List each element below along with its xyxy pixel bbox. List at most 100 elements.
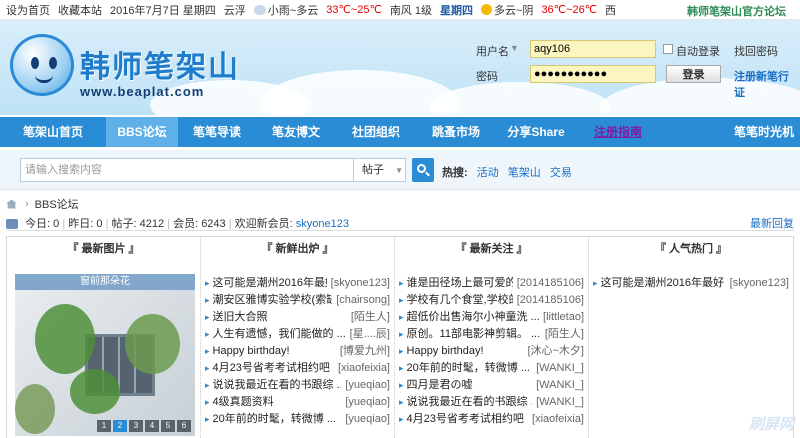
nav-item-guide[interactable]: 笔笔导读 — [178, 117, 256, 147]
nav-item-time-machine[interactable]: 笔笔时光机 — [660, 117, 800, 147]
post-title-link[interactable]: 说说我最近在看的书跟综 ... — [205, 377, 342, 394]
post-title-link[interactable]: 潮安区雅博实验学校(索缺 ... — [205, 292, 333, 309]
search-button[interactable] — [412, 158, 434, 182]
hot-search-item[interactable]: 交易 — [550, 167, 572, 179]
post-author[interactable]: [skyone123] — [327, 275, 390, 292]
post-author[interactable]: [星....辰] — [346, 326, 390, 343]
search-bar: 请输入搜索内容 帖子 ▼ 热搜: 活动 笔架山 交易 — [0, 150, 800, 190]
list-item[interactable]: 这可能是潮州2016年最好 ...[skyone123] — [593, 275, 789, 292]
hot-search-item[interactable]: 活动 — [477, 167, 499, 179]
list-item[interactable]: 20年前的时髦，转微博 ...[WANKI_] — [399, 360, 584, 377]
post-title-link[interactable]: 20年前的时髦，转微博 ... — [399, 360, 530, 377]
photo-page-button[interactable]: 5 — [161, 420, 175, 432]
list-item[interactable]: 4级真题资料 [yueqiao] — [205, 394, 390, 411]
wind-text: 南风 1级 — [389, 4, 432, 17]
hot-search: 热搜: 活动 笔架山 交易 — [442, 164, 578, 180]
post-title-link[interactable]: 送旧大合照 — [205, 309, 268, 326]
logo-title[interactable]: 韩师笔架山 — [80, 42, 240, 86]
photo-page-button[interactable]: 6 — [177, 420, 191, 432]
register-link[interactable]: 注册新笔行证 — [734, 68, 796, 100]
post-author[interactable]: [2014185106] — [513, 275, 584, 292]
latest-replies-link[interactable]: 最新回复 — [750, 215, 794, 231]
username-input[interactable] — [530, 40, 656, 58]
post-title-link[interactable]: 四月是君の嘘 — [399, 377, 473, 394]
list-item[interactable]: Happy birthday! [博爱九州] — [205, 343, 390, 360]
post-author[interactable]: [陌生人] — [347, 309, 390, 326]
logo-mascot-icon[interactable] — [10, 34, 74, 96]
find-password-link[interactable]: 找回密码 — [734, 43, 778, 59]
photo-page-button[interactable]: 2 — [113, 420, 127, 432]
post-author[interactable]: [chairsong] — [332, 292, 390, 309]
photo-page-button[interactable]: 1 — [97, 420, 111, 432]
post-author[interactable]: [WANKI_] — [532, 394, 584, 411]
post-author[interactable]: [博爱九州] — [336, 343, 390, 360]
post-title-link[interactable]: 4月23号省考考试相约吧 ... — [399, 411, 528, 428]
post-title-link[interactable]: 这可能是潮州2016年最好 ... — [205, 275, 327, 292]
list-item[interactable]: 人生有遗憾，我们能做的 ...[星....辰] — [205, 326, 390, 343]
list-item[interactable]: 四月是君の嘘 [WANKI_] — [399, 377, 584, 394]
post-title-link[interactable]: 原创。11部电影神剪辑。 ... — [399, 326, 541, 343]
nav-item-bbs[interactable]: BBS论坛 — [106, 117, 178, 147]
post-title-link[interactable]: 谁是田径场上最可爱的人 — [399, 275, 513, 292]
nav-item-share[interactable]: 分享Share — [496, 117, 576, 147]
stats-icon — [6, 219, 18, 230]
post-title-link[interactable]: Happy birthday! — [399, 343, 484, 360]
bookmark-link[interactable]: 收藏本站 — [58, 2, 102, 18]
set-home-link[interactable]: 设为首页 — [6, 2, 50, 18]
post-author[interactable]: [yueqiao] — [341, 377, 390, 394]
hot-search-item[interactable]: 笔架山 — [508, 167, 541, 179]
post-title-link[interactable]: 人生有遗憾，我们能做的 ... — [205, 326, 346, 343]
list-item[interactable]: 谁是田径场上最可爱的人[2014185106] — [399, 275, 584, 292]
list-item[interactable]: 20年前的时髦，转微博 ... [yueqiao] — [205, 411, 390, 428]
list-item[interactable]: 潮安区雅博实验学校(索缺 ...[chairsong] — [205, 292, 390, 309]
post-author[interactable]: [WANKI_] — [532, 377, 584, 394]
new-member-link[interactable]: skyone123 — [296, 218, 349, 230]
post-author[interactable]: [WANKI_] — [532, 360, 584, 377]
post-author[interactable]: [skyone123] — [726, 275, 789, 292]
nav-item-register-guide[interactable]: 注册指南 — [576, 117, 660, 147]
auto-login-checkbox[interactable] — [663, 44, 673, 54]
post-title-link[interactable]: Happy birthday! — [205, 343, 290, 360]
post-title-link[interactable]: 20年前的时髦，转微博 ... — [205, 411, 336, 428]
list-item[interactable]: 4月23号省考考试相约吧 ...[xiaofeixia] — [205, 360, 390, 377]
nav-item-blog[interactable]: 笔友博文 — [256, 117, 336, 147]
nav-item-market[interactable]: 跳蚤市场 — [416, 117, 496, 147]
chevron-down-icon[interactable]: ▼ — [510, 43, 519, 53]
post-author[interactable]: [yueqiao] — [341, 394, 390, 411]
post-author[interactable]: [陌生人] — [541, 326, 584, 343]
search-type-select[interactable]: 帖子 ▼ — [354, 158, 406, 182]
list-item[interactable]: 这可能是潮州2016年最好 ...[skyone123] — [205, 275, 390, 292]
nav-item-clubs[interactable]: 社团组织 — [336, 117, 416, 147]
post-title-link[interactable]: 学校有几个食堂,学校的食 — [399, 292, 513, 309]
post-title-link[interactable]: 说说我最近在看的书跟综 ... — [399, 394, 533, 411]
post-title-link[interactable]: 4级真题资料 — [205, 394, 274, 411]
post-title-link[interactable]: 这可能是潮州2016年最好 ... — [593, 275, 726, 292]
list-item[interactable]: 4月23号省考考试相约吧 ...[xiaofeixia] — [399, 411, 584, 428]
popular-list: 这可能是潮州2016年最好 ...[skyone123] — [589, 261, 793, 292]
nav-item-home[interactable]: 笔架山首页 — [0, 117, 106, 147]
featured-photo[interactable]: 窗前那朵花 1 2 3 4 5 6 — [15, 274, 195, 436]
list-item[interactable]: 原创。11部电影神剪辑。 ...[陌生人] — [399, 326, 584, 343]
official-forum-link[interactable]: 韩师笔架山官方论坛 — [687, 3, 786, 19]
photo-page-button[interactable]: 3 — [129, 420, 143, 432]
list-item[interactable]: 说说我最近在看的书跟综 ...[yueqiao] — [205, 377, 390, 394]
list-item[interactable]: 送旧大合照 [陌生人] — [205, 309, 390, 326]
photo-page-button[interactable]: 4 — [145, 420, 159, 432]
list-item[interactable]: 超低价出售海尔小神童洗 ...[littletao] — [399, 309, 584, 326]
list-item[interactable]: 学校有几个食堂,学校的食[2014185106] — [399, 292, 584, 309]
post-author[interactable]: [xiaofeixia] — [334, 360, 390, 377]
home-icon[interactable] — [6, 199, 17, 209]
password-input[interactable] — [530, 65, 656, 83]
login-button[interactable]: 登录 — [666, 65, 721, 83]
post-title-link[interactable]: 超低价出售海尔小神童洗 ... — [399, 309, 540, 326]
list-item[interactable]: Happy birthday! [沐心~木夕] — [399, 343, 584, 360]
breadcrumb-current[interactable]: BBS论坛 — [35, 196, 79, 212]
post-author[interactable]: [littletao] — [539, 309, 584, 326]
post-author[interactable]: [2014185106] — [513, 292, 584, 309]
post-author[interactable]: [yueqiao] — [341, 411, 390, 428]
search-input[interactable]: 请输入搜索内容 — [20, 158, 354, 182]
post-author[interactable]: [xiaofeixia] — [528, 411, 584, 428]
post-author[interactable]: [沐心~木夕] — [523, 343, 584, 360]
list-item[interactable]: 说说我最近在看的书跟综 ...[WANKI_] — [399, 394, 584, 411]
post-title-link[interactable]: 4月23号省考考试相约吧 ... — [205, 360, 334, 377]
